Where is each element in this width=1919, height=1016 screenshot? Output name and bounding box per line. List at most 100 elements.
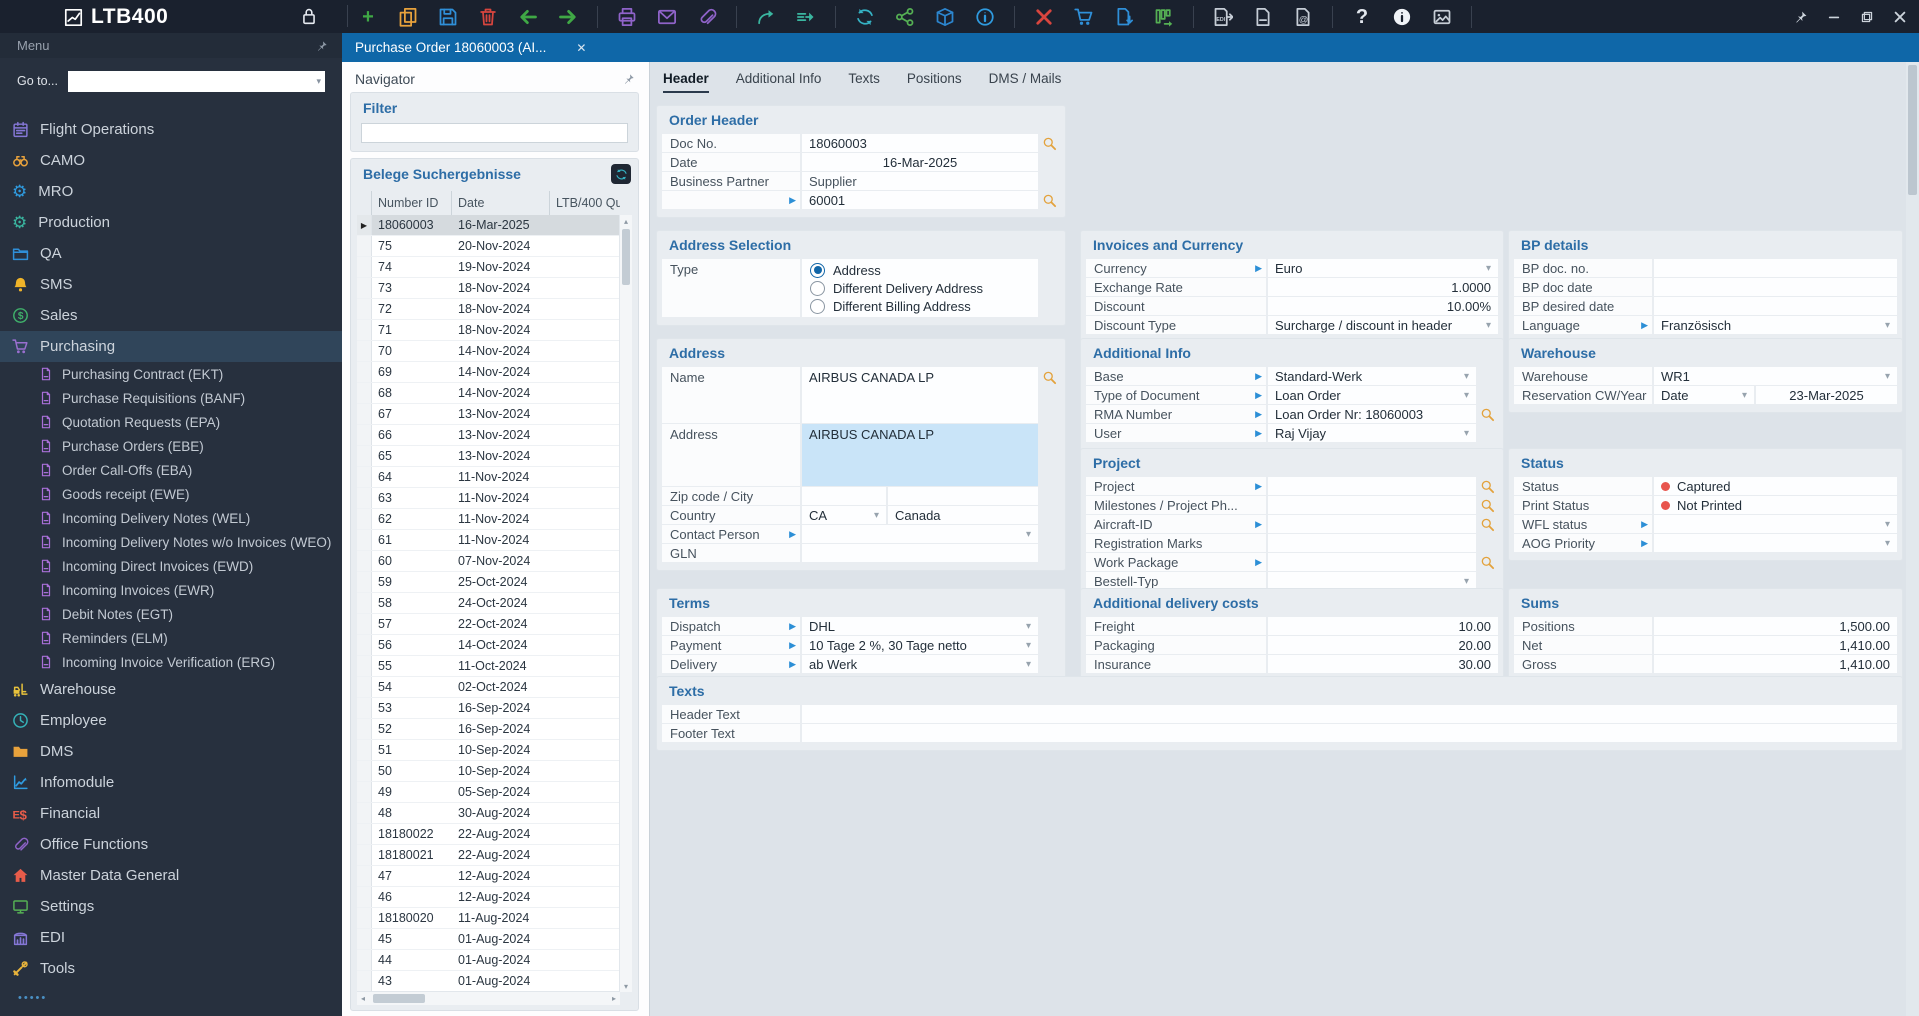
sidebar-item-quotation-requests-epa[interactable]: Quotation Requests (EPA) <box>0 410 342 434</box>
aircraft-id-field[interactable] <box>1268 515 1476 533</box>
pin-icon[interactable] <box>1788 0 1814 33</box>
print-icon[interactable] <box>607 0 647 33</box>
sidebar-item-incoming-direct-invoices-ewd[interactable]: Incoming Direct Invoices (EWD) <box>0 554 342 578</box>
scrollbar-thumb[interactable] <box>622 229 630 285</box>
column-number-id[interactable]: Number ID <box>372 191 452 215</box>
project-field[interactable] <box>1268 477 1476 495</box>
date-field[interactable]: 16-Mar-2025 <box>802 153 1038 171</box>
table-row[interactable]: 18180022 22-Aug-2024 <box>357 824 620 845</box>
detail-arrow-icon[interactable]: ▶ <box>1255 371 1262 382</box>
sidebar-item-sms[interactable]: SMS <box>0 269 342 300</box>
sidebar-item-production[interactable]: ⚙ Production <box>0 207 342 238</box>
export-document-icon[interactable] <box>1104 0 1144 33</box>
sidebar-item-settings[interactable]: Settings <box>0 891 342 922</box>
table-row[interactable]: 18180021 22-Aug-2024 <box>357 845 620 866</box>
detail-arrow-icon[interactable]: ▶ <box>789 640 796 651</box>
rma-number-field[interactable]: Loan Order Nr: 18060003 <box>1268 405 1476 423</box>
table-row[interactable]: 65 13-Nov-2024 <box>357 446 620 467</box>
sidebar-item-purchase-requisitions-banf[interactable]: Purchase Requisitions (BANF) <box>0 386 342 410</box>
table-row[interactable]: 56 14-Oct-2024 <box>357 635 620 656</box>
send-icon[interactable] <box>786 0 826 33</box>
chevron-down-icon[interactable]: ▾ <box>874 510 879 521</box>
type-of-document-dropdown[interactable]: Loan Order ▾ <box>1268 386 1476 404</box>
close-icon[interactable]: ✕ <box>576 41 586 55</box>
warehouse-dropdown[interactable]: WR1 ▾ <box>1654 367 1897 385</box>
email-icon[interactable] <box>647 0 687 33</box>
sidebar-item-purchasing[interactable]: Purchasing <box>0 331 342 362</box>
help-icon[interactable]: ? <box>1342 0 1382 33</box>
table-row[interactable]: 64 11-Nov-2024 <box>357 467 620 488</box>
reservation-mode-dropdown[interactable]: Date ▾ <box>1654 386 1754 404</box>
table-row[interactable]: 51 10-Sep-2024 <box>357 740 620 761</box>
sidebar-item-debit-notes-egt[interactable]: Debit Notes (EGT) <box>0 602 342 626</box>
chevron-down-icon[interactable]: ▾ <box>1464 390 1469 401</box>
zip-field[interactable] <box>802 487 886 505</box>
table-row[interactable]: 61 11-Nov-2024 <box>357 530 620 551</box>
chevron-down-icon[interactable]: ▾ <box>1464 371 1469 382</box>
packaging-field[interactable]: 20.00 <box>1268 636 1498 654</box>
table-row[interactable]: 66 13-Nov-2024 <box>357 425 620 446</box>
sidebar-item-financial[interactable]: Financial <box>0 798 342 829</box>
minimize-icon[interactable] <box>1821 0 1847 33</box>
cancel-icon[interactable] <box>1024 0 1064 33</box>
add-icon[interactable]: + <box>348 0 388 33</box>
table-row[interactable]: 44 01-Aug-2024 <box>357 950 620 971</box>
table-row[interactable]: 63 11-Nov-2024 <box>357 488 620 509</box>
sidebar-item-infomodule[interactable]: Infomodule <box>0 767 342 798</box>
table-row[interactable]: 75 20-Nov-2024 <box>357 236 620 257</box>
attachment-icon[interactable] <box>687 0 727 33</box>
radio-address[interactable] <box>810 262 825 278</box>
search-icon[interactable] <box>1042 370 1057 385</box>
detail-arrow-icon[interactable]: ▶ <box>1255 481 1262 492</box>
table-row[interactable]: 45 01-Aug-2024 <box>357 929 620 950</box>
search-icon[interactable] <box>1480 407 1495 422</box>
package-icon[interactable] <box>925 0 965 33</box>
detail-arrow-icon[interactable]: ▶ <box>1641 320 1648 331</box>
table-row[interactable]: 47 12-Aug-2024 <box>357 866 620 887</box>
scroll-right-icon[interactable]: ▸ <box>608 992 620 1005</box>
detail-arrow-icon[interactable]: ▶ <box>1255 263 1262 274</box>
sidebar-item-qa[interactable]: QA <box>0 238 342 269</box>
table-row[interactable]: 46 12-Aug-2024 <box>357 887 620 908</box>
detail-arrow-icon[interactable]: ▶ <box>1641 519 1648 530</box>
chevron-down-icon[interactable]: ▾ <box>1026 640 1031 651</box>
tab-dms-mails[interactable]: DMS / Mails <box>989 71 1062 93</box>
dispatch-dropdown[interactable]: DHL ▾ <box>802 617 1038 635</box>
navigate-back-icon[interactable] <box>508 0 548 33</box>
detail-arrow-icon[interactable]: ▶ <box>1255 390 1262 401</box>
table-row[interactable]: 74 19-Nov-2024 <box>357 257 620 278</box>
restore-icon[interactable] <box>1854 0 1880 33</box>
navigate-forward-icon[interactable] <box>548 0 588 33</box>
tab-header[interactable]: Header <box>663 71 709 93</box>
table-row[interactable]: 62 11-Nov-2024 <box>357 509 620 530</box>
scroll-left-icon[interactable]: ◂ <box>357 992 369 1005</box>
column-date[interactable]: Date <box>452 191 550 215</box>
chevron-down-icon[interactable]: ▾ <box>316 76 325 87</box>
user-dropdown[interactable]: Raj Vijay ▾ <box>1268 424 1476 442</box>
pin-icon[interactable] <box>316 40 328 52</box>
chevron-down-icon[interactable]: ▾ <box>1026 529 1031 540</box>
chevron-down-icon[interactable]: ▾ <box>1742 390 1747 401</box>
detail-arrow-icon[interactable]: ▶ <box>1255 428 1262 439</box>
chevron-down-icon[interactable]: ▾ <box>1464 576 1469 587</box>
sidebar-item-warehouse[interactable]: Warehouse <box>0 674 342 705</box>
supplier-no-field[interactable]: 60001 <box>802 191 1038 209</box>
share-icon[interactable] <box>885 0 925 33</box>
milestones-field[interactable] <box>1268 496 1476 514</box>
sidebar-item-order-call-offs-eba[interactable]: Order Call-Offs (EBA) <box>0 458 342 482</box>
table-row[interactable]: 59 25-Oct-2024 <box>357 572 620 593</box>
document-tab[interactable]: Purchase Order 18060003 (AI... ✕ <box>342 40 586 55</box>
refresh-results-icon[interactable] <box>611 164 631 184</box>
radio-different-delivery-address[interactable] <box>810 280 825 296</box>
detail-arrow-icon[interactable]: ▶ <box>1255 409 1262 420</box>
registration-marks-field[interactable] <box>1268 534 1476 552</box>
sidebar-item-sales[interactable]: Sales <box>0 300 342 331</box>
table-row[interactable]: 49 05-Sep-2024 <box>357 782 620 803</box>
table-row[interactable]: 60 07-Nov-2024 <box>357 551 620 572</box>
tab-texts[interactable]: Texts <box>848 71 880 93</box>
detail-arrow-icon[interactable]: ▶ <box>789 621 796 632</box>
gln-field[interactable] <box>802 544 1038 562</box>
table-row[interactable]: 52 16-Sep-2024 <box>357 719 620 740</box>
lock-icon[interactable] <box>300 7 318 25</box>
doc-no-field[interactable]: 18060003 <box>802 134 1038 152</box>
